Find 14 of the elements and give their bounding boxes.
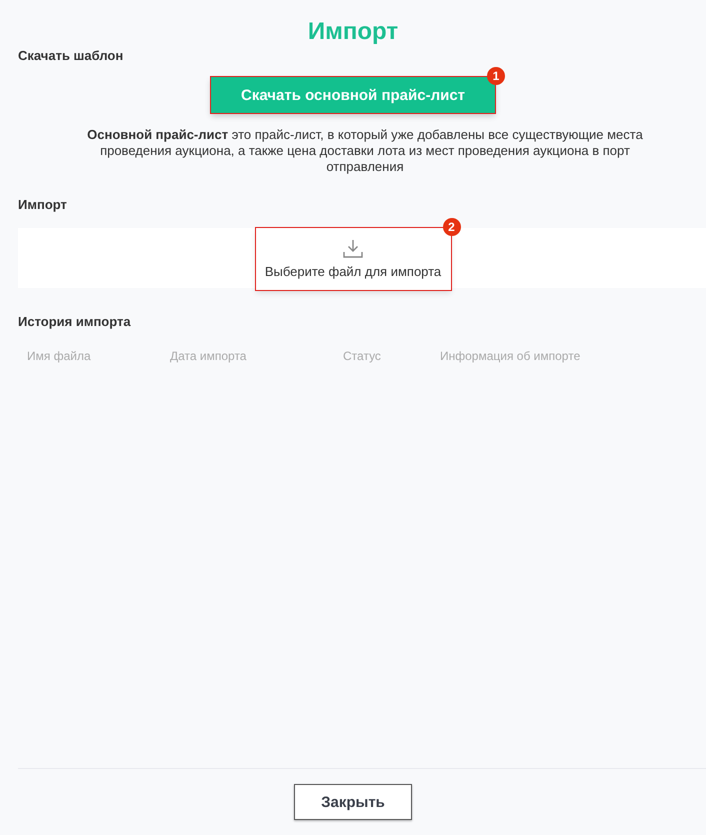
column-header: Дата импорта bbox=[170, 349, 248, 363]
column-header: Статус bbox=[343, 349, 382, 363]
dialog-title: Импорт bbox=[306, 18, 400, 46]
step-marker: 1 bbox=[487, 67, 505, 85]
section-heading: Импорт bbox=[18, 197, 68, 212]
step-marker: 2 bbox=[442, 218, 460, 236]
download-icon bbox=[343, 239, 363, 258]
section-heading: История импорта bbox=[18, 314, 132, 329]
column-header: Имя файла bbox=[27, 349, 92, 363]
close-button[interactable]: Закрыть bbox=[294, 784, 412, 820]
column-header: Информация об импорте bbox=[440, 349, 582, 363]
description-text: Основной прайс-лист это прайс-лист, в который уже добавлены все существующие места проведения аукциона, а также цена доставки лота из мест проведения аукциона в порт отправления bbox=[86, 127, 644, 175]
dropzone-label: Выберите файл для импорта bbox=[264, 264, 442, 279]
section-heading: Скачать шаблон bbox=[18, 48, 124, 63]
